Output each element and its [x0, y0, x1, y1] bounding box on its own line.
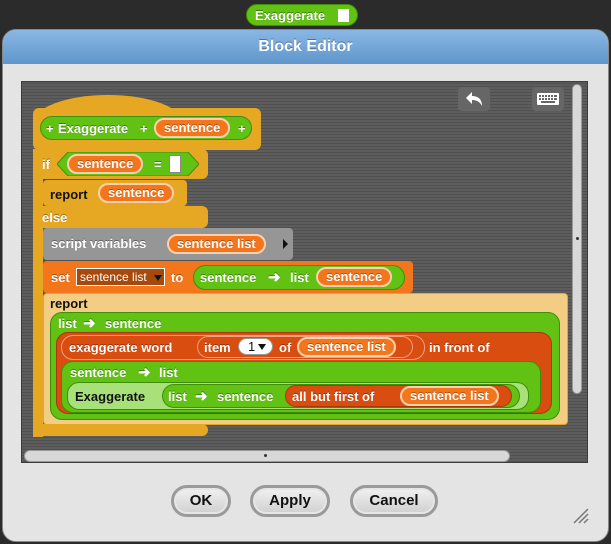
rec-fn-arrow-icon: ➜ [195, 388, 208, 405]
equals-operator: = [154, 157, 162, 172]
set-keyword: set [51, 270, 70, 285]
recursive-exaggerate-label: Exaggerate [75, 389, 146, 404]
top-block-slot[interactable] [338, 9, 349, 22]
inner-fn-right: list [159, 365, 178, 380]
ok-button[interactable]: OK [171, 485, 231, 517]
item-of-label: of [279, 340, 292, 355]
item-index-value: 1 [248, 339, 256, 354]
set-fn-right: list [290, 270, 309, 285]
set-dropdown-value: sentence list [80, 270, 147, 284]
dialog-title-bar[interactable]: Block Editor [3, 30, 608, 64]
in-front-of-label: in front of [429, 340, 490, 355]
resize-handle-icon[interactable] [570, 505, 590, 525]
exaggerate-word-label: exaggerate word [69, 340, 173, 355]
undo-arrow-icon [466, 92, 482, 106]
top-custom-block[interactable]: Exaggerate [246, 4, 358, 26]
if-else-bottom [33, 424, 208, 436]
all-but-first-var[interactable]: sentence list [400, 386, 499, 406]
script-variables-label: script variables [51, 236, 147, 251]
inner-fn-left: sentence [70, 365, 127, 380]
item-of-var[interactable]: sentence list [297, 337, 396, 357]
if-keyword: if [42, 157, 50, 172]
prototype-name: Exaggerate [58, 121, 129, 136]
set-variable-dropdown[interactable]: sentence list [76, 268, 165, 286]
equals-left-var[interactable]: sentence [67, 154, 144, 174]
prototype-plus-left[interactable]: + [46, 121, 54, 136]
outer-fn-left: list [58, 316, 77, 331]
inner-fn-arrow-icon: ➜ [138, 364, 151, 381]
keyboard-button[interactable] [532, 87, 564, 111]
prototype-plus-right[interactable]: + [238, 121, 246, 136]
horizontal-scrollbar[interactable] [24, 450, 510, 462]
set-to-label: to [171, 270, 184, 285]
item-index-arrow-icon [258, 344, 266, 350]
dialog-title: Block Editor [258, 38, 353, 55]
script-variables-arrow-icon[interactable] [283, 239, 288, 249]
horizontal-scrollbar-grip [264, 454, 267, 457]
keyboard-icon [537, 93, 559, 105]
rec-fn-right: sentence [217, 389, 274, 404]
set-fn-arrow-icon: ➜ [268, 269, 281, 286]
script-variables-var[interactable]: sentence list [167, 234, 266, 254]
item-index-dropdown[interactable]: 1 [238, 338, 273, 355]
rec-fn-left: list [168, 389, 187, 404]
item-label: item [204, 340, 231, 355]
outer-fn-right: sentence [105, 316, 162, 331]
outer-fn-arrow-icon: ➜ [83, 315, 96, 332]
cancel-button[interactable]: Cancel [350, 485, 438, 517]
param-sentence[interactable]: sentence [154, 118, 231, 138]
prototype-block[interactable]: + Exaggerate + sentence + [40, 116, 252, 140]
all-but-first-label: all but first of [292, 389, 375, 404]
equals-right-slot[interactable] [169, 155, 181, 173]
else-keyword: else [42, 210, 68, 225]
undo-button[interactable] [458, 87, 490, 111]
sentence-to-list-reporter-1[interactable]: sentence ➜ list sentence [193, 265, 405, 290]
report-1-var[interactable]: sentence [98, 183, 175, 203]
set-fn-arg[interactable]: sentence [316, 267, 393, 287]
top-block-label: Exaggerate [255, 8, 326, 23]
report-1-keyword: report [50, 187, 88, 202]
report-2-keyword: report [50, 296, 88, 311]
apply-button[interactable]: Apply [250, 485, 330, 517]
set-fn-left: sentence [200, 270, 257, 285]
vertical-scrollbar-grip [576, 237, 579, 240]
prototype-plus-mid[interactable]: + [140, 121, 148, 136]
set-dropdown-arrow-icon [154, 275, 162, 281]
